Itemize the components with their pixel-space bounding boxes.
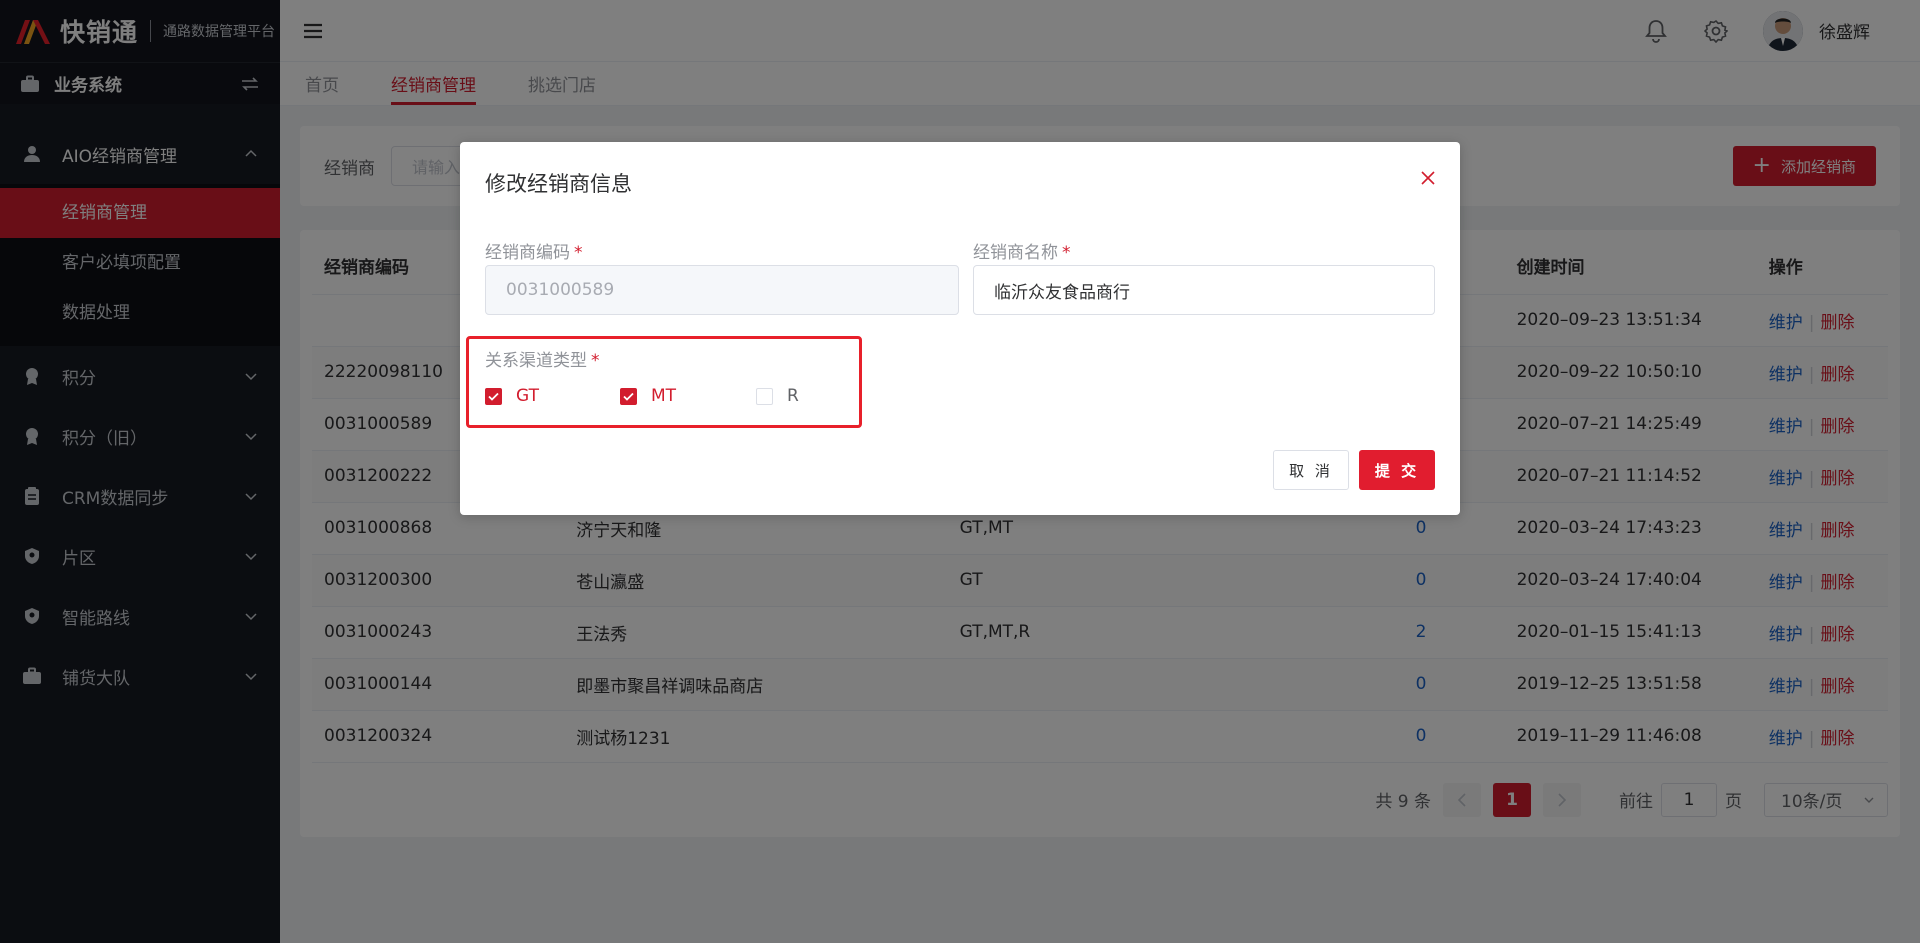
required-mark: * [591, 351, 600, 371]
dealer-name-label-text: 经销商名称 [973, 243, 1058, 263]
channel-r-label: R [787, 386, 799, 406]
dialog-title: 修改经销商信息 [485, 172, 632, 196]
checkbox-unchecked-icon [756, 387, 773, 405]
channel-gt-checkbox[interactable]: GT [485, 386, 539, 406]
checkbox-checked-icon [485, 387, 502, 405]
checkbox-checked-icon [620, 387, 637, 405]
dealer-name-label: 经销商名称 * [973, 238, 1071, 263]
channel-gt-label: GT [516, 386, 539, 406]
channel-mt-checkbox[interactable]: MT [620, 386, 676, 406]
dealer-name-input[interactable]: 临沂众友食品商行 [973, 265, 1435, 315]
channel-r-checkbox[interactable]: R [756, 386, 799, 406]
dealer-code-label: 经销商编码 * [485, 238, 583, 263]
required-mark: * [1062, 243, 1071, 263]
channel-mt-label: MT [651, 386, 677, 406]
submit-button[interactable]: 提 交 [1359, 450, 1435, 490]
required-mark: * [574, 243, 583, 263]
channel-type-label: 关系渠道类型 * [485, 346, 600, 371]
close-icon[interactable] [1420, 170, 1436, 186]
dealer-code-label-text: 经销商编码 [485, 243, 570, 263]
cancel-button[interactable]: 取 消 [1273, 450, 1349, 490]
edit-dealer-dialog: 修改经销商信息 经销商编码 * 0031000589 经销商名称 * 临沂众友食品商… [460, 142, 1460, 515]
channel-type-label-text: 关系渠道类型 [485, 351, 587, 371]
dealer-code-input[interactable]: 0031000589 [485, 265, 959, 315]
